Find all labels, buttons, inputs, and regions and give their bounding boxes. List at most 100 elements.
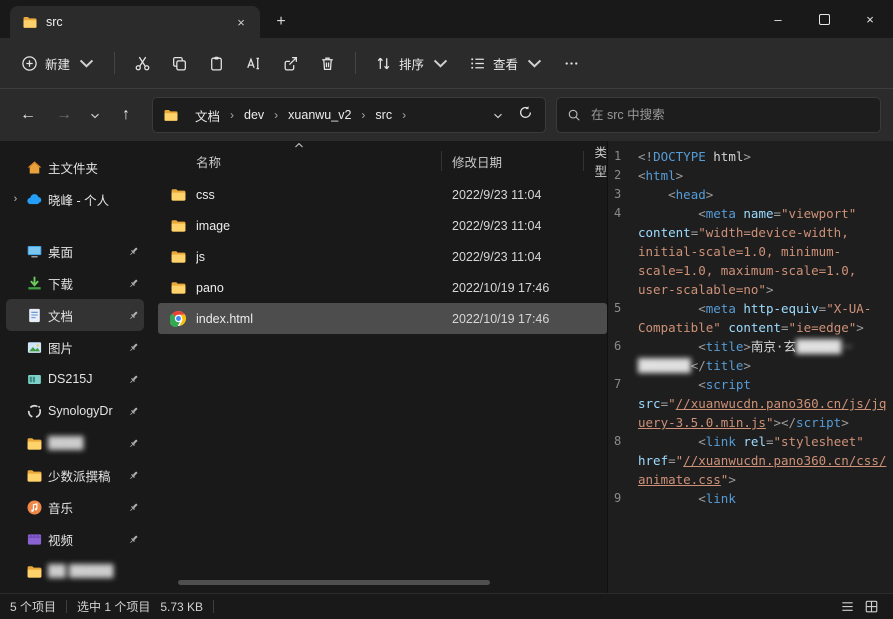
folder-icon [170, 279, 187, 296]
view-button[interactable]: 查看 [460, 47, 552, 80]
line-number: 8 [614, 432, 638, 451]
sidebar-item-ds215j[interactable]: DS215J [6, 363, 144, 395]
breadcrumb-item[interactable]: src [369, 104, 398, 126]
file-row[interactable]: image2022/9/23 11:04文件夹 [158, 210, 607, 241]
pin-icon [127, 405, 140, 418]
breadcrumb-item[interactable]: dev [238, 104, 270, 126]
search-icon [567, 108, 581, 122]
folder-icon [26, 435, 43, 452]
sidebar-item-home[interactable]: 主文件夹 [6, 151, 144, 183]
sidebar-item-downloads[interactable]: 下载 [6, 267, 144, 299]
back-icon: ← [20, 106, 36, 124]
back-button[interactable]: ← [12, 99, 44, 131]
column-header-type[interactable]: 类型 [584, 151, 607, 171]
file-list-area: 名称 修改日期 类型 css2022/9/23 11:04文件夹image202… [150, 141, 607, 593]
line-number: 4 [614, 204, 638, 223]
code-text: <link rel="stylesheet" href="//xuanwucdn… [638, 432, 891, 489]
file-list-header: 名称 修改日期 类型 [158, 145, 607, 177]
more-button[interactable] [554, 48, 589, 79]
status-separator [66, 600, 67, 613]
chevron-right-icon[interactable]: › [10, 193, 21, 205]
rename-button[interactable] [236, 48, 271, 79]
sidebar-item-music[interactable]: 音乐 [6, 491, 144, 523]
address-bar[interactable]: 文档›dev›xuanwu_v2›src› [152, 97, 546, 133]
code-text: <html> [638, 166, 891, 185]
sidebar-item-documents[interactable]: 文档 [6, 299, 144, 331]
sidebar-item-label: 图片 [48, 338, 122, 357]
share-button[interactable] [273, 48, 308, 79]
details-view-button[interactable] [837, 597, 857, 617]
file-name-cell: js [158, 248, 442, 265]
line-number: 3 [614, 185, 638, 204]
copy-button[interactable] [162, 48, 197, 79]
code-line: 4 <meta name="viewport" content="width=d… [614, 204, 891, 299]
chevron-right-icon: › [400, 108, 408, 122]
chevron-right-icon: › [272, 108, 280, 122]
search-box[interactable] [556, 97, 881, 133]
sort-button[interactable]: 排序 [366, 47, 458, 80]
sidebar-item-pictures[interactable]: 图片 [6, 331, 144, 363]
cut-button[interactable] [125, 48, 160, 79]
file-name: js [196, 250, 205, 264]
view-icon [469, 55, 486, 72]
file-date: 2022/9/23 11:04 [442, 219, 598, 233]
file-date: 2022/9/23 11:04 [442, 250, 598, 264]
search-input[interactable] [589, 107, 870, 123]
tab-close-icon[interactable]: × [230, 11, 252, 33]
horizontal-scrollbar-thumb[interactable] [178, 580, 490, 585]
toolbar-button-label: 查看 [493, 54, 518, 73]
code-text: <meta name="viewport" content="width=dev… [638, 204, 891, 299]
new-button[interactable]: 新建 [12, 47, 104, 80]
sidebar-item-label: ████ [48, 436, 122, 450]
code-preview: 1<!DOCTYPE html>2<html>3 <head>4 <meta n… [614, 147, 891, 508]
file-row[interactable]: css2022/9/23 11:04文件夹 [158, 179, 607, 210]
window-controls: – × [755, 0, 893, 38]
column-header-label: 名称 [196, 152, 221, 171]
breadcrumb-item[interactable]: xuanwu_v2 [282, 104, 357, 126]
file-name-cell: pano [158, 279, 442, 296]
address-actions [487, 99, 541, 131]
up-button[interactable]: ↑ [110, 99, 142, 131]
forward-button[interactable]: → [48, 99, 80, 131]
sidebar-item-folder-redacted-2[interactable]: ██ █████ [6, 555, 144, 587]
column-header-label: 修改日期 [452, 152, 502, 171]
maximize-icon [819, 14, 830, 25]
paste-button[interactable] [199, 48, 234, 79]
column-header-date[interactable]: 修改日期 [442, 151, 585, 171]
file-date: 2022/10/19 17:46 [442, 312, 598, 326]
large-icons-view-button[interactable] [861, 597, 881, 617]
minimize-button[interactable]: – [755, 0, 801, 38]
delete-button[interactable] [310, 48, 345, 79]
breadcrumb-item[interactable]: 文档 [189, 102, 226, 129]
file-row[interactable]: index.html2022/10/19 17:46Chrom [158, 303, 607, 334]
sidebar-item-onedrive[interactable]: ›晓峰 - 个人 [6, 183, 144, 215]
maximize-button[interactable] [801, 0, 847, 38]
sidebar-item-label: 少数派撰稿 [48, 466, 122, 485]
pin-icon [127, 245, 140, 258]
refresh-button[interactable] [509, 99, 541, 131]
sidebar-item-label: 主文件夹 [48, 158, 140, 177]
folder-icon [170, 248, 187, 265]
file-list: css2022/9/23 11:04文件夹image2022/9/23 11:0… [150, 179, 607, 334]
file-type: 文件夹 [598, 247, 608, 266]
file-row[interactable]: pano2022/10/19 17:46文件夹 [158, 272, 607, 303]
sidebar-item-desktop[interactable]: 桌面 [6, 235, 144, 267]
file-type: 文件夹 [598, 185, 608, 204]
sidebar-item-folder-redacted-1[interactable]: ████ [6, 427, 144, 459]
close-button[interactable]: × [847, 0, 893, 38]
sidebar-item-shaoshupai[interactable]: 少数派撰稿 [6, 459, 144, 491]
sidebar-item-videos[interactable]: 视频 [6, 523, 144, 555]
rename-icon [245, 55, 262, 72]
file-row[interactable]: js 2022/9/23 11:04文件夹 [158, 241, 607, 272]
code-line: 1<!DOCTYPE html> [614, 147, 891, 166]
column-header-name[interactable]: 名称 [158, 151, 442, 171]
new-tab-button[interactable]: + [268, 9, 294, 35]
tab-title: src [46, 15, 222, 29]
address-dropdown-button[interactable] [487, 99, 509, 131]
file-type: Chrom [598, 312, 608, 326]
pin-icon [127, 277, 140, 290]
sidebar-item-label: SynologyDr [48, 404, 122, 418]
sidebar-item-synologydrive[interactable]: SynologyDr [6, 395, 144, 427]
recent-locations-button[interactable] [84, 99, 106, 131]
tab-src[interactable]: src × [10, 6, 260, 38]
